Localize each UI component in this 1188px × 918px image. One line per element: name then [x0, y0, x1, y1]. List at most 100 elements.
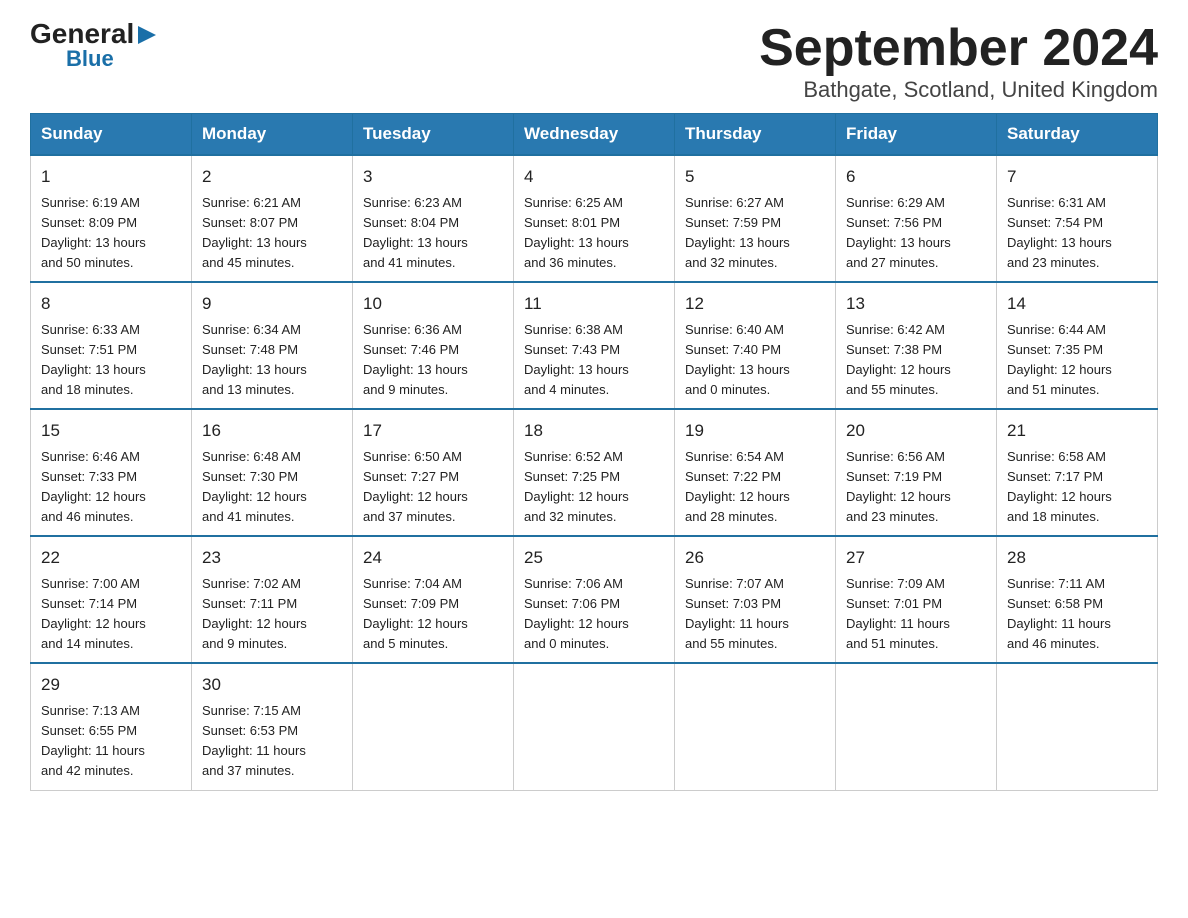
- table-row: 30 Sunrise: 7:15 AMSunset: 6:53 PMDayligh…: [192, 663, 353, 790]
- table-row: 26 Sunrise: 7:07 AMSunset: 7:03 PMDayligh…: [675, 536, 836, 663]
- day-number: 17: [363, 418, 503, 444]
- day-number: 30: [202, 672, 342, 698]
- table-row: 21 Sunrise: 6:58 AMSunset: 7:17 PMDayligh…: [997, 409, 1158, 536]
- table-row: [836, 663, 997, 790]
- day-number: 7: [1007, 164, 1147, 190]
- day-number: 23: [202, 545, 342, 571]
- calendar-week-row: 15Sunrise: 6:46 AMSunset: 7:33 PMDayligh…: [31, 409, 1158, 536]
- day-info: Sunrise: 7:04 AMSunset: 7:09 PMDaylight:…: [363, 574, 503, 655]
- day-info: Sunrise: 6:25 AMSunset: 8:01 PMDaylight:…: [524, 193, 664, 274]
- title-block: September 2024 Bathgate, Scotland, Unite…: [759, 20, 1158, 103]
- day-info: Sunrise: 6:27 AMSunset: 7:59 PMDaylight:…: [685, 193, 825, 274]
- calendar-week-row: 1 Sunrise: 6:19 AMSunset: 8:09 PMDaylight…: [31, 155, 1158, 282]
- logo: General Blue: [30, 20, 158, 70]
- day-info: Sunrise: 6:42 AMSunset: 7:38 PMDaylight:…: [846, 320, 986, 401]
- calendar-title: September 2024: [759, 20, 1158, 77]
- table-row: [353, 663, 514, 790]
- table-row: 14 Sunrise: 6:44 AMSunset: 7:35 PMDayligh…: [997, 282, 1158, 409]
- day-number: 8: [41, 291, 181, 317]
- day-info: Sunrise: 6:33 AMSunset: 7:51 PMDaylight:…: [41, 320, 181, 401]
- calendar-table: Sunday Monday Tuesday Wednesday Thursday…: [30, 113, 1158, 790]
- day-info: Sunrise: 6:56 AMSunset: 7:19 PMDaylight:…: [846, 447, 986, 528]
- table-row: 6 Sunrise: 6:29 AMSunset: 7:56 PMDaylight…: [836, 155, 997, 282]
- calendar-week-row: 22Sunrise: 7:00 AMSunset: 7:14 PMDayligh…: [31, 536, 1158, 663]
- day-number: 29: [41, 672, 181, 698]
- header-monday: Monday: [192, 114, 353, 156]
- day-number: 2: [202, 164, 342, 190]
- day-info: Sunrise: 6:50 AMSunset: 7:27 PMDaylight:…: [363, 447, 503, 528]
- day-number: 16: [202, 418, 342, 444]
- day-info: Sunrise: 6:46 AMSunset: 7:33 PMDaylight:…: [41, 447, 181, 528]
- table-row: 18 Sunrise: 6:52 AMSunset: 7:25 PMDayligh…: [514, 409, 675, 536]
- day-info: Sunrise: 6:58 AMSunset: 7:17 PMDaylight:…: [1007, 447, 1147, 528]
- page-header: General Blue September 2024 Bathgate, Sc…: [30, 20, 1158, 103]
- table-row: 2 Sunrise: 6:21 AMSunset: 8:07 PMDaylight…: [192, 155, 353, 282]
- header-saturday: Saturday: [997, 114, 1158, 156]
- day-info: Sunrise: 6:23 AMSunset: 8:04 PMDaylight:…: [363, 193, 503, 274]
- day-number: 21: [1007, 418, 1147, 444]
- calendar-subtitle: Bathgate, Scotland, United Kingdom: [759, 77, 1158, 103]
- table-row: 20 Sunrise: 6:56 AMSunset: 7:19 PMDayligh…: [836, 409, 997, 536]
- table-row: 24 Sunrise: 7:04 AMSunset: 7:09 PMDayligh…: [353, 536, 514, 663]
- day-info: Sunrise: 6:52 AMSunset: 7:25 PMDaylight:…: [524, 447, 664, 528]
- table-row: 16 Sunrise: 6:48 AMSunset: 7:30 PMDayligh…: [192, 409, 353, 536]
- day-info: Sunrise: 6:19 AMSunset: 8:09 PMDaylight:…: [41, 193, 181, 274]
- day-number: 5: [685, 164, 825, 190]
- day-info: Sunrise: 6:31 AMSunset: 7:54 PMDaylight:…: [1007, 193, 1147, 274]
- weekday-header-row: Sunday Monday Tuesday Wednesday Thursday…: [31, 114, 1158, 156]
- table-row: 1 Sunrise: 6:19 AMSunset: 8:09 PMDaylight…: [31, 155, 192, 282]
- day-info: Sunrise: 6:44 AMSunset: 7:35 PMDaylight:…: [1007, 320, 1147, 401]
- table-row: 13 Sunrise: 6:42 AMSunset: 7:38 PMDayligh…: [836, 282, 997, 409]
- day-number: 14: [1007, 291, 1147, 317]
- day-info: Sunrise: 6:48 AMSunset: 7:30 PMDaylight:…: [202, 447, 342, 528]
- header-friday: Friday: [836, 114, 997, 156]
- table-row: 27Sunrise: 7:09 AMSunset: 7:01 PMDayligh…: [836, 536, 997, 663]
- day-number: 11: [524, 291, 664, 317]
- day-number: 27: [846, 545, 986, 571]
- table-row: [514, 663, 675, 790]
- day-number: 20: [846, 418, 986, 444]
- table-row: 12 Sunrise: 6:40 AMSunset: 7:40 PMDayligh…: [675, 282, 836, 409]
- day-info: Sunrise: 6:21 AMSunset: 8:07 PMDaylight:…: [202, 193, 342, 274]
- calendar-week-row: 29Sunrise: 7:13 AMSunset: 6:55 PMDayligh…: [31, 663, 1158, 790]
- header-thursday: Thursday: [675, 114, 836, 156]
- table-row: 8 Sunrise: 6:33 AMSunset: 7:51 PMDaylight…: [31, 282, 192, 409]
- day-info: Sunrise: 6:40 AMSunset: 7:40 PMDaylight:…: [685, 320, 825, 401]
- logo-triangle-icon: [136, 24, 158, 46]
- table-row: 7 Sunrise: 6:31 AMSunset: 7:54 PMDaylight…: [997, 155, 1158, 282]
- day-number: 22: [41, 545, 181, 571]
- day-number: 18: [524, 418, 664, 444]
- day-number: 9: [202, 291, 342, 317]
- logo-general-text: General: [30, 20, 134, 48]
- day-number: 3: [363, 164, 503, 190]
- day-number: 28: [1007, 545, 1147, 571]
- table-row: 4 Sunrise: 6:25 AMSunset: 8:01 PMDaylight…: [514, 155, 675, 282]
- day-info: Sunrise: 7:06 AMSunset: 7:06 PMDaylight:…: [524, 574, 664, 655]
- day-number: 6: [846, 164, 986, 190]
- day-number: 12: [685, 291, 825, 317]
- header-wednesday: Wednesday: [514, 114, 675, 156]
- table-row: 29Sunrise: 7:13 AMSunset: 6:55 PMDayligh…: [31, 663, 192, 790]
- day-number: 19: [685, 418, 825, 444]
- day-info: Sunrise: 7:07 AMSunset: 7:03 PMDaylight:…: [685, 574, 825, 655]
- table-row: 25 Sunrise: 7:06 AMSunset: 7:06 PMDayligh…: [514, 536, 675, 663]
- table-row: 3 Sunrise: 6:23 AMSunset: 8:04 PMDaylight…: [353, 155, 514, 282]
- day-number: 25: [524, 545, 664, 571]
- day-info: Sunrise: 7:15 AMSunset: 6:53 PMDaylight:…: [202, 701, 342, 782]
- day-number: 13: [846, 291, 986, 317]
- table-row: [997, 663, 1158, 790]
- day-number: 4: [524, 164, 664, 190]
- table-row: 5 Sunrise: 6:27 AMSunset: 7:59 PMDaylight…: [675, 155, 836, 282]
- header-sunday: Sunday: [31, 114, 192, 156]
- day-number: 24: [363, 545, 503, 571]
- calendar-week-row: 8 Sunrise: 6:33 AMSunset: 7:51 PMDaylight…: [31, 282, 1158, 409]
- day-number: 26: [685, 545, 825, 571]
- table-row: 11Sunrise: 6:38 AMSunset: 7:43 PMDayligh…: [514, 282, 675, 409]
- day-info: Sunrise: 6:29 AMSunset: 7:56 PMDaylight:…: [846, 193, 986, 274]
- day-info: Sunrise: 6:54 AMSunset: 7:22 PMDaylight:…: [685, 447, 825, 528]
- day-info: Sunrise: 6:36 AMSunset: 7:46 PMDaylight:…: [363, 320, 503, 401]
- table-row: 28Sunrise: 7:11 AMSunset: 6:58 PMDayligh…: [997, 536, 1158, 663]
- table-row: 9Sunrise: 6:34 AMSunset: 7:48 PMDaylight…: [192, 282, 353, 409]
- day-number: 1: [41, 164, 181, 190]
- table-row: 17 Sunrise: 6:50 AMSunset: 7:27 PMDayligh…: [353, 409, 514, 536]
